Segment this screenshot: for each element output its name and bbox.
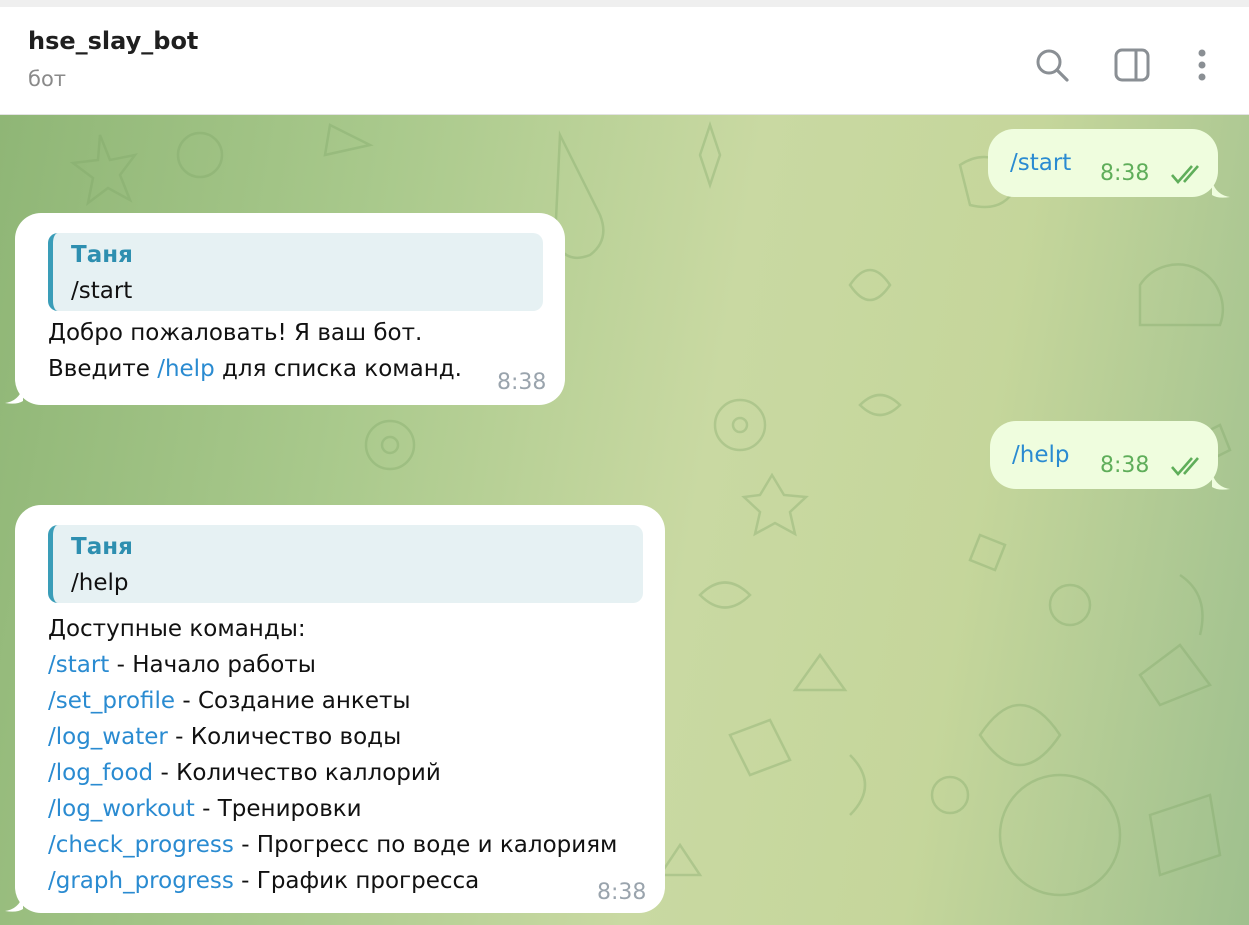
- bubble-tail: [1212, 181, 1230, 198]
- incoming-message[interactable]: Таня /help Доступные команды: /start - Н…: [15, 505, 665, 913]
- command-list-item: /log_water - Количество воды: [48, 719, 401, 755]
- reply-quote[interactable]: Таня /help: [48, 525, 643, 603]
- command-list-item: /graph_progress - График прогресса: [48, 863, 479, 899]
- command-list-item: /log_workout - Тренировки: [48, 791, 362, 827]
- chat-title[interactable]: hse_slay_bot: [28, 27, 198, 55]
- command-description: - Прогресс по воде и калориям: [233, 832, 618, 858]
- bubble-tail: [5, 895, 23, 912]
- sidebar-toggle-icon[interactable]: [1112, 45, 1152, 85]
- command-description: - График прогресса: [233, 868, 480, 894]
- message-heading: Доступные команды:: [48, 616, 306, 642]
- command-link[interactable]: /start: [48, 652, 109, 678]
- message-time: 8:38: [1100, 453, 1150, 478]
- command-link[interactable]: /log_workout: [48, 796, 195, 822]
- message-time: 8:38: [597, 880, 647, 905]
- message-text: Добро пожаловать! Я ваш бот.: [48, 320, 423, 346]
- command-link[interactable]: /check_progress: [48, 832, 234, 858]
- command-list-item: /start - Начало работы: [48, 647, 316, 683]
- command-description: - Количество каллорий: [153, 760, 441, 786]
- command-list-item: /check_progress - Прогресс по воде и кал…: [48, 827, 617, 863]
- chat-header: hse_slay_bot бот: [0, 7, 1249, 115]
- command-link[interactable]: /set_profile: [48, 688, 175, 714]
- double-check-icon: [1171, 165, 1199, 184]
- reply-author: Таня: [71, 534, 133, 560]
- search-icon[interactable]: [1032, 45, 1072, 85]
- command-link[interactable]: /log_water: [48, 724, 168, 750]
- command-description: - Начало работы: [109, 652, 316, 678]
- bubble-tail: [5, 387, 23, 404]
- chat-status: бот: [28, 67, 67, 91]
- command-list-item: /set_profile - Создание анкеты: [48, 683, 411, 719]
- text-segment: Введите: [48, 356, 158, 382]
- command-link[interactable]: /log_food: [48, 760, 153, 786]
- chat-area[interactable]: /start 8:38 Таня /start Добро пожаловать…: [0, 115, 1249, 925]
- command-description: - Создание анкеты: [175, 688, 411, 714]
- message-time: 8:38: [1100, 161, 1150, 186]
- command-link[interactable]: /graph_progress: [48, 868, 234, 894]
- reply-text: /help: [71, 570, 129, 596]
- window-top-strip: [0, 0, 1249, 7]
- text-segment: для списка команд.: [214, 356, 462, 382]
- command-description: - Тренировки: [194, 796, 362, 822]
- message-text: Введите /help для списка команд.: [48, 351, 462, 387]
- command-description: - Количество воды: [167, 724, 402, 750]
- reply-text: /start: [71, 278, 133, 304]
- incoming-message[interactable]: Таня /start Добро пожаловать! Я ваш бот.…: [15, 213, 565, 405]
- command-link[interactable]: /help: [157, 356, 214, 382]
- outgoing-message[interactable]: /help 8:38: [990, 421, 1218, 489]
- command-list-item: /log_food - Количество каллорий: [48, 755, 441, 791]
- double-check-icon: [1171, 457, 1199, 476]
- message-time: 8:38: [497, 370, 547, 395]
- command-link[interactable]: /start: [1010, 145, 1071, 181]
- reply-quote[interactable]: Таня /start: [48, 233, 543, 311]
- outgoing-message[interactable]: /start 8:38: [988, 129, 1218, 197]
- bubble-tail: [1212, 473, 1230, 490]
- more-vertical-icon[interactable]: [1182, 45, 1222, 85]
- command-link[interactable]: /help: [1012, 437, 1069, 473]
- reply-author: Таня: [71, 242, 133, 268]
